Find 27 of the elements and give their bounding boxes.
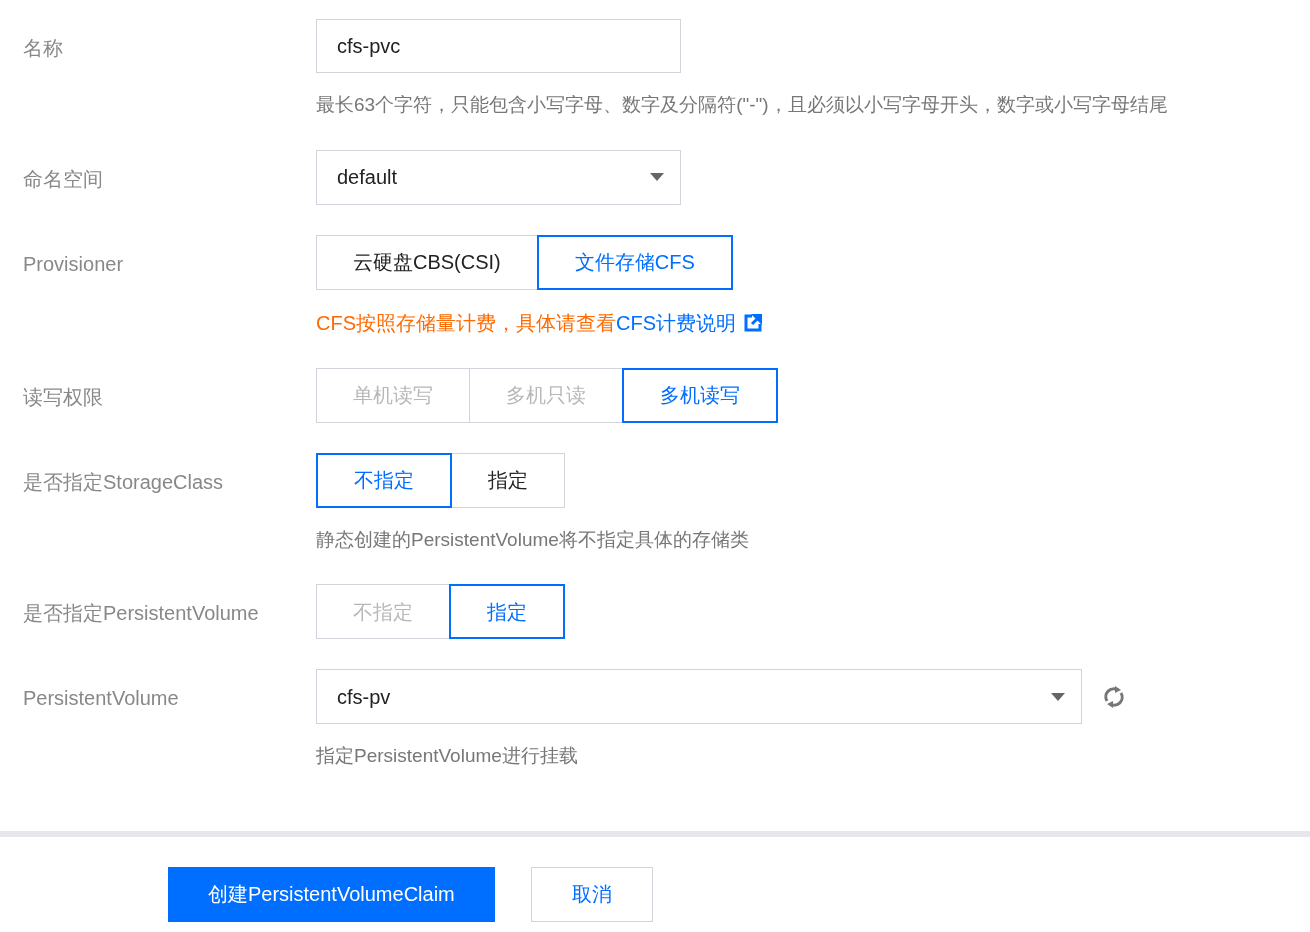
name-input[interactable]: cfs-pvc [316,19,681,73]
option-toggle[interactable]: 指定 [451,452,565,508]
create-button[interactable]: 创建PersistentVolumeClaim [168,866,495,922]
field-label: 读写权限 [22,384,104,410]
dropdown-select[interactable]: default [316,149,681,205]
field-label: Provisioner [22,251,125,277]
field-label: 名称 [22,36,64,61]
field-label: PersistentVolume [22,686,180,711]
dropdown-select[interactable]: cfs-pv [316,669,1082,724]
field-label: 是否指定StorageClass [22,469,225,495]
option-toggle[interactable]: 文件存储CFS [536,234,733,290]
external-link-icon[interactable] [744,313,762,332]
cancel-button[interactable]: 取消 [530,866,653,922]
field-label: 命名空间 [22,166,104,192]
field-hint: 最长63个字符，只能包含小写字母、数字及分隔符("-")，且必须以小写字母开头，数字或小写字母结尾 [316,93,1168,117]
billing-note: CFS按照存储量计费，具体请查看 [316,310,616,336]
field-hint: 静态创建的PersistentVolume将不指定具体的存储类 [316,527,749,552]
option-toggle[interactable]: 不指定 [316,452,452,508]
billing-link[interactable]: CFS计费说明 [616,307,736,338]
option-toggle[interactable]: 云硬盘CBS(CSI) [316,234,538,290]
caret-icon [1051,692,1065,701]
caret-icon [650,173,664,181]
refresh-icon[interactable] [1102,683,1126,710]
option-toggle[interactable]: 指定 [449,584,565,639]
field-hint: 指定PersistentVolume进行挂载 [316,744,579,768]
option-toggle[interactable]: 多机读写 [622,367,778,423]
field-label: 是否指定PersistentVolume [22,601,260,626]
